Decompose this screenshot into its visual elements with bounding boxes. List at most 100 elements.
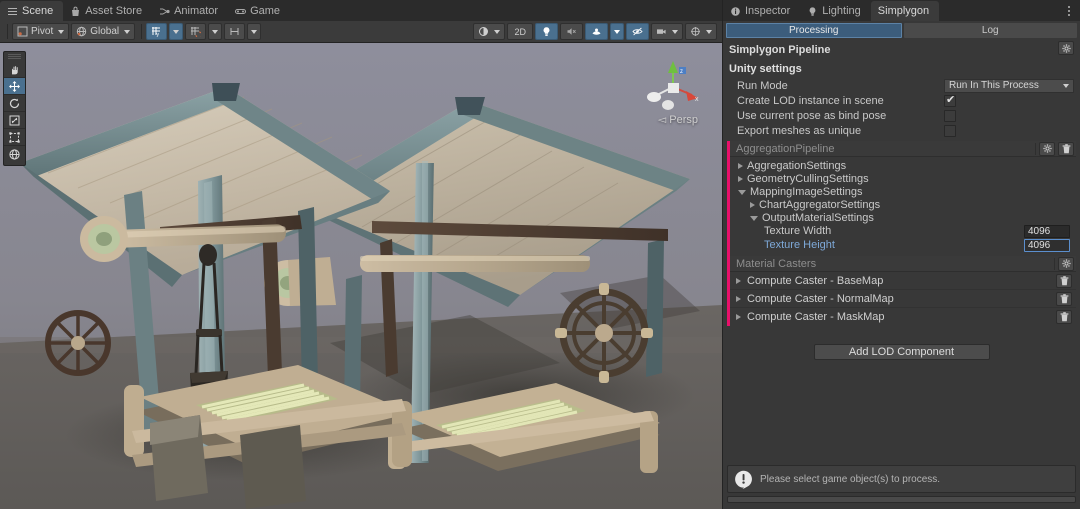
export-meshes-unique-row: Export meshes as unique	[723, 123, 1080, 138]
scene-grid-icon	[7, 6, 18, 17]
move-tool[interactable]	[4, 78, 25, 95]
tree-item-chart-aggregator-settings[interactable]: ChartAggregatorSettings	[730, 198, 1076, 211]
scene-fx-toggle[interactable]	[585, 23, 608, 40]
scene-projection-label[interactable]: ◅ Persp	[658, 113, 698, 126]
fx-toggle-icon	[591, 26, 602, 37]
tab-log[interactable]: Log	[903, 23, 1077, 38]
lightbulb-icon	[541, 26, 552, 37]
chevron-down-icon	[750, 216, 758, 221]
grid-snap-options[interactable]	[169, 23, 184, 40]
tree-item-geometry-culling-settings[interactable]: GeometryCullingSettings	[730, 172, 1076, 185]
run-mode-dropdown[interactable]: Run In This Process	[944, 78, 1074, 93]
chevron-down-icon	[1063, 83, 1069, 88]
svg-text:y: y	[157, 32, 160, 37]
run-mode-row: Run Mode Run In This Process	[723, 78, 1080, 93]
view-grid-options[interactable]	[247, 23, 262, 40]
material-casters-gear-button[interactable]	[1058, 256, 1074, 271]
shading-mode-icon	[478, 26, 489, 37]
gizmos-dropdown[interactable]	[685, 23, 717, 40]
scale-tool[interactable]	[4, 112, 25, 129]
tab-asset-store[interactable]: Asset Store	[63, 1, 152, 21]
material-caster-row-normalmap[interactable]: Compute Caster - NormalMap	[730, 290, 1076, 308]
tab-processing-label: Processing	[789, 25, 839, 36]
chevron-right-icon	[738, 162, 743, 169]
scene-visibility-toggle[interactable]	[626, 23, 649, 40]
material-caster-delete-button[interactable]	[1056, 273, 1072, 288]
aggregation-pipeline-delete-button[interactable]	[1058, 141, 1074, 156]
scene-toolbar-right-group: 2D	[473, 23, 719, 40]
camera-icon	[656, 26, 667, 37]
chevron-down-icon	[706, 29, 712, 34]
pivot-dropdown[interactable]: Pivot	[12, 23, 70, 40]
kebab-menu-icon[interactable]	[1063, 4, 1075, 17]
pipeline-settings-gear-button[interactable]	[1058, 41, 1074, 55]
aggregation-pipeline-gear-button[interactable]	[1039, 141, 1055, 156]
scene-camera-dropdown[interactable]	[651, 23, 683, 40]
material-caster-row-basemap[interactable]: Compute Caster - BaseMap	[730, 272, 1076, 290]
create-lod-instance-label: Create LOD instance in scene	[737, 94, 884, 107]
add-lod-component-button[interactable]: Add LOD Component	[813, 344, 990, 360]
tab-scene[interactable]: Scene	[0, 1, 64, 21]
scene-render	[0, 43, 722, 509]
scene-lighting-toggle[interactable]	[535, 23, 558, 40]
tree-item-aggregation-settings[interactable]: AggregationSettings	[730, 159, 1076, 172]
pivot-label: Pivot	[31, 26, 54, 37]
hand-tool[interactable]	[4, 61, 25, 78]
gear-icon	[1042, 144, 1052, 153]
animator-node-icon	[159, 6, 170, 17]
scene-audio-toggle[interactable]	[560, 23, 583, 40]
chevron-down-icon	[614, 29, 620, 34]
tab-game[interactable]: Game	[228, 1, 290, 21]
material-caster-row-maskmap[interactable]: Compute Caster - MaskMap	[730, 308, 1076, 326]
grid-snap-toggle[interactable]: y	[146, 23, 168, 40]
trash-icon	[1060, 293, 1068, 303]
transform-tool[interactable]	[4, 146, 25, 163]
chevron-right-icon	[736, 314, 741, 320]
gear-icon	[1061, 259, 1071, 268]
global-label: Global	[90, 26, 120, 37]
shading-mode-dropdown[interactable]	[473, 23, 506, 40]
rect-tool[interactable]	[4, 129, 25, 146]
tools-drag-handle[interactable]	[8, 54, 21, 59]
tab-inspector-label: Inspector	[745, 5, 791, 17]
view-grid-toggle[interactable]	[224, 23, 246, 40]
texture-height-row: Texture Height 4096	[730, 238, 1076, 252]
trash-icon	[1060, 312, 1068, 322]
create-lod-instance-checkbox[interactable]	[944, 94, 956, 107]
scene-viewport[interactable]: z x ◅ Persp	[0, 43, 722, 509]
tab-inspector[interactable]: Inspector	[723, 1, 800, 21]
tab-simplygon[interactable]: Simplygon	[870, 1, 940, 21]
snap-increment-toggle[interactable]	[185, 23, 207, 40]
snap-increment-options[interactable]	[208, 23, 223, 40]
tab-animator[interactable]: Animator	[152, 1, 228, 21]
use-current-pose-label: Use current pose as bind pose	[737, 109, 887, 122]
tree-item-label: ChartAggregatorSettings	[759, 198, 881, 211]
status-progress-strip	[727, 496, 1076, 503]
texture-height-input[interactable]: 4096	[1024, 238, 1070, 252]
tab-game-label: Game	[250, 5, 281, 17]
mode-2d-toggle[interactable]: 2D	[507, 23, 533, 40]
transform-icon	[9, 149, 20, 160]
export-meshes-unique-label: Export meshes as unique	[737, 124, 862, 137]
projection-chevron-icon: ◅	[657, 114, 667, 126]
export-meshes-unique-checkbox[interactable]	[944, 124, 956, 137]
handle-space-dropdown[interactable]: Global	[71, 23, 136, 40]
rotate-tool[interactable]	[4, 95, 25, 112]
material-caster-delete-button[interactable]	[1056, 291, 1072, 306]
tree-item-mapping-image-settings[interactable]: MappingImageSettings	[730, 185, 1076, 198]
tab-lighting[interactable]: Lighting	[800, 1, 871, 21]
texture-width-input[interactable]: 4096	[1024, 224, 1070, 238]
tree-item-output-material-settings[interactable]: OutputMaterialSettings	[730, 211, 1076, 224]
use-current-pose-checkbox[interactable]	[944, 109, 956, 122]
create-lod-instance-row: Create LOD instance in scene	[723, 93, 1080, 108]
material-caster-delete-button[interactable]	[1056, 310, 1072, 324]
aggregation-pipeline-block: AggregationPipeline AggregationSettings	[727, 141, 1076, 326]
scene-orientation-gizmo[interactable]: z x	[642, 57, 704, 115]
status-message-box: Please select game object(s) to process.	[727, 465, 1076, 493]
aggregation-pipeline-header-row[interactable]: AggregationPipeline	[730, 141, 1076, 157]
mode-2d-label: 2D	[514, 26, 526, 37]
unity-settings-heading: Unity settings	[729, 63, 802, 75]
tab-processing[interactable]: Processing	[726, 23, 902, 38]
scene-fx-options[interactable]	[610, 23, 624, 40]
chevron-down-icon	[251, 29, 258, 34]
